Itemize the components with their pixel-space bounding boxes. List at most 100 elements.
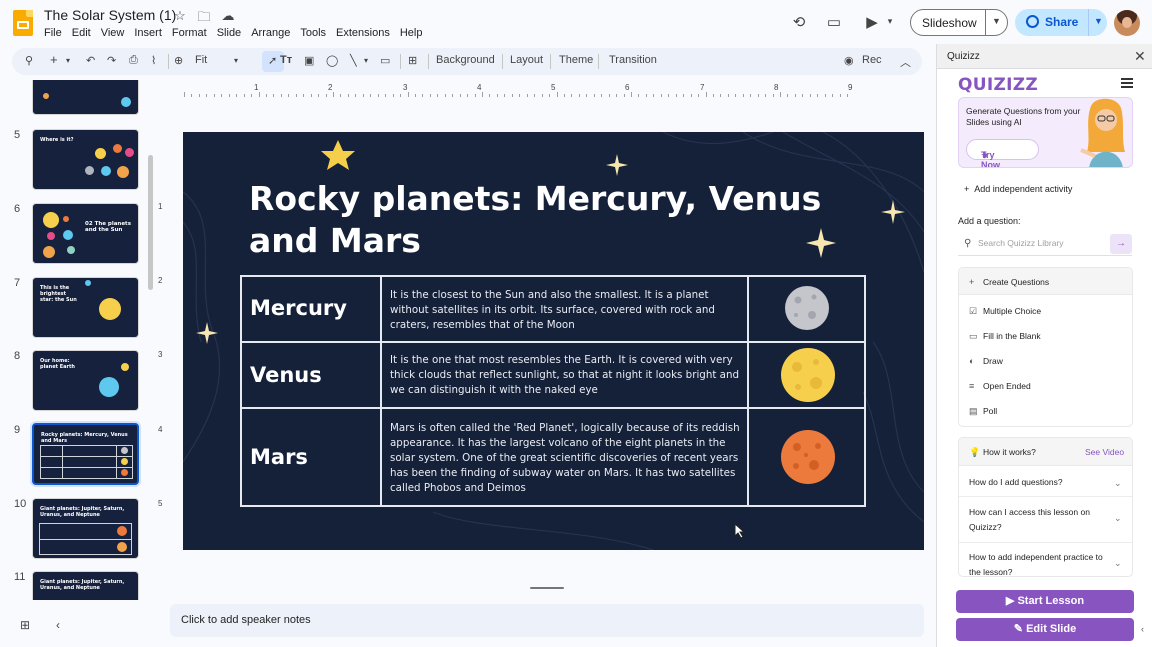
- menu-format[interactable]: Format: [172, 27, 207, 39]
- print-icon[interactable]: ⎙: [129, 54, 138, 67]
- grid-view-icon[interactable]: ⊞: [20, 618, 30, 632]
- menu-file[interactable]: File: [44, 27, 62, 39]
- menu-arrange[interactable]: Arrange: [251, 27, 290, 39]
- hamburger-menu-icon[interactable]: [1121, 78, 1133, 88]
- shape-icon[interactable]: ◯: [326, 54, 338, 67]
- share-options-icon[interactable]: ▼: [1094, 16, 1103, 26]
- search-input[interactable]: [978, 238, 1104, 248]
- option-open-ended[interactable]: ≡ Open Ended: [969, 381, 1031, 391]
- slide-title[interactable]: Rocky planets: Mercury, Venus and Mars: [249, 178, 849, 262]
- mars-planet-icon: [781, 430, 835, 484]
- try-now-button[interactable]: ✦ Try Now ⌄: [966, 139, 1039, 167]
- line-icon[interactable]: ╲: [350, 54, 357, 67]
- notes-resize-handle[interactable]: [530, 587, 564, 589]
- document-title[interactable]: The Solar System (1): [44, 7, 176, 23]
- arrow-right-icon[interactable]: →: [1110, 234, 1132, 254]
- slide-thumbnail[interactable]: Our home: planet Earth: [32, 350, 139, 411]
- close-icon[interactable]: ✕: [1134, 48, 1146, 65]
- poll-icon: ▤: [969, 406, 978, 416]
- slideshow-button[interactable]: Slideshow ▼: [910, 9, 1008, 36]
- start-lesson-button[interactable]: ▶ Start Lesson: [956, 590, 1134, 613]
- new-slide-icon[interactable]: +: [50, 52, 58, 67]
- redo-icon[interactable]: ↷: [107, 54, 116, 67]
- planet-table[interactable]: Mercury It is the closest to the Sun and…: [240, 275, 866, 507]
- insert-image-icon[interactable]: ▣: [304, 54, 314, 67]
- layout-button[interactable]: Layout: [510, 54, 543, 66]
- add-independent-activity-button[interactable]: + Add independent activity: [964, 184, 1072, 194]
- background-button[interactable]: Background: [436, 54, 495, 66]
- share-button[interactable]: Share ▼: [1015, 9, 1107, 36]
- toolbar: ⚲ + ▾ ↶ ↷ ⎙ ⌇ ⊕ Fit ▾ ➚ Tт ▣ ◯ ╲ ▾ ▭ ⊞ B…: [12, 48, 922, 75]
- meet-caret-icon[interactable]: ▾: [880, 16, 900, 27]
- theme-button[interactable]: Theme: [559, 54, 593, 66]
- menu-extensions[interactable]: Extensions: [336, 27, 390, 39]
- video-camera-icon[interactable]: ▭: [380, 54, 390, 67]
- menu-insert[interactable]: Insert: [134, 27, 162, 39]
- user-avatar[interactable]: [1114, 10, 1140, 36]
- menu-view[interactable]: View: [101, 27, 125, 39]
- faq-item[interactable]: How to add independent practice to the l…: [969, 550, 1109, 576]
- quizizz-search: ⚲ →: [958, 234, 1132, 256]
- speaker-notes[interactable]: Click to add speaker notes: [170, 604, 924, 637]
- faq-item[interactable]: How can I access this lesson on Quizizz?: [969, 505, 1109, 535]
- paint-format-icon[interactable]: ⌇: [151, 54, 156, 67]
- text-box-icon[interactable]: Tт: [280, 54, 292, 66]
- rec-button[interactable]: Rec: [862, 54, 882, 66]
- record-icon[interactable]: ◉: [844, 54, 854, 67]
- zoom-icon[interactable]: ⊕: [174, 54, 183, 67]
- faq-item[interactable]: How do I add questions?: [969, 475, 1109, 490]
- horizontal-ruler: 1 2 3 4 5 6 7 8 9: [170, 83, 936, 97]
- slideshow-options-icon[interactable]: ▼: [992, 16, 1001, 26]
- slide-canvas[interactable]: Rocky planets: Mercury, Venus and Mars M…: [183, 132, 924, 550]
- menu-edit[interactable]: Edit: [72, 27, 91, 39]
- transition-button[interactable]: Transition: [609, 54, 657, 66]
- option-draw[interactable]: ◐ Draw: [969, 356, 1003, 366]
- slide-thumbnail[interactable]: This is the brightest star: the Sun: [32, 277, 139, 338]
- collapse-filmstrip-icon[interactable]: ‹: [56, 618, 60, 632]
- option-multiple-choice[interactable]: ☑ Multiple Choice: [969, 306, 1041, 317]
- history-icon[interactable]: ⟲: [789, 13, 809, 31]
- slide-thumbnail[interactable]: Giant planets: Jupiter, Saturn, Uranus, …: [32, 571, 139, 600]
- slide-thumbnail[interactable]: [32, 80, 139, 115]
- globe-icon: [1026, 15, 1039, 28]
- add-comment-icon[interactable]: ⊞: [408, 54, 417, 67]
- illustration-girl-icon: [1080, 98, 1125, 167]
- quizizz-side-panel: Quizizz ✕ QUIZIZZ Generate Questions fro…: [936, 44, 1152, 647]
- collapse-toolbar-icon[interactable]: ︿: [900, 54, 911, 70]
- edit-slide-button[interactable]: ✎ Edit Slide: [956, 618, 1134, 641]
- select-cursor-icon[interactable]: ➚: [268, 54, 277, 67]
- filmstrip-scrollbar[interactable]: [148, 155, 153, 290]
- comments-icon[interactable]: ▭: [824, 13, 844, 31]
- new-slide-caret-icon[interactable]: ▾: [66, 56, 70, 65]
- gold-star-icon: [321, 140, 355, 170]
- slide-thumbnail-active[interactable]: Rocky planets: Mercury, Venus and Mars: [32, 423, 139, 485]
- meet-video-icon[interactable]: ▶: [862, 13, 882, 31]
- ai-generate-card[interactable]: Generate Questions from your Slides usin…: [958, 97, 1133, 168]
- chevron-down-icon[interactable]: ⌄: [1114, 558, 1122, 569]
- chevron-down-icon[interactable]: ⌄: [1114, 478, 1122, 489]
- search-menus-icon[interactable]: ⚲: [25, 54, 33, 67]
- menu-slide[interactable]: Slide: [217, 27, 241, 39]
- table-row: Mars Mars is often called the 'Red Plane…: [242, 409, 864, 505]
- zoom-select[interactable]: Fit: [195, 54, 207, 66]
- mercury-planet-icon: [785, 286, 829, 330]
- zoom-caret-icon[interactable]: ▾: [234, 56, 238, 65]
- create-questions-header[interactable]: + Create Questions: [959, 268, 1132, 295]
- slides-logo-icon[interactable]: [13, 10, 33, 36]
- undo-icon[interactable]: ↶: [86, 54, 95, 67]
- chevron-down-icon[interactable]: ⌄: [1114, 513, 1122, 524]
- menu-help[interactable]: Help: [400, 27, 423, 39]
- planet-name: Mercury: [250, 296, 347, 320]
- expand-panel-icon[interactable]: ‹: [1141, 624, 1144, 634]
- line-caret-icon[interactable]: ▾: [364, 56, 368, 65]
- menu-tools[interactable]: Tools: [300, 27, 326, 39]
- see-video-link[interactable]: See Video: [1085, 447, 1124, 457]
- slide-thumbnail[interactable]: 02 The planets and the Sun: [32, 203, 139, 264]
- planet-description: It is the one that most resembles the Ea…: [390, 354, 740, 396]
- option-poll[interactable]: ▤ Poll: [969, 406, 997, 417]
- option-fill-blank[interactable]: ▭ Fill in the Blank: [969, 331, 1041, 342]
- planet-name: Venus: [250, 363, 322, 387]
- slide-thumbnail[interactable]: Where is it?: [32, 129, 139, 190]
- lightbulb-icon: 💡: [969, 447, 981, 457]
- slide-thumbnail[interactable]: Giant planets: Jupiter, Saturn, Uranus, …: [32, 498, 139, 559]
